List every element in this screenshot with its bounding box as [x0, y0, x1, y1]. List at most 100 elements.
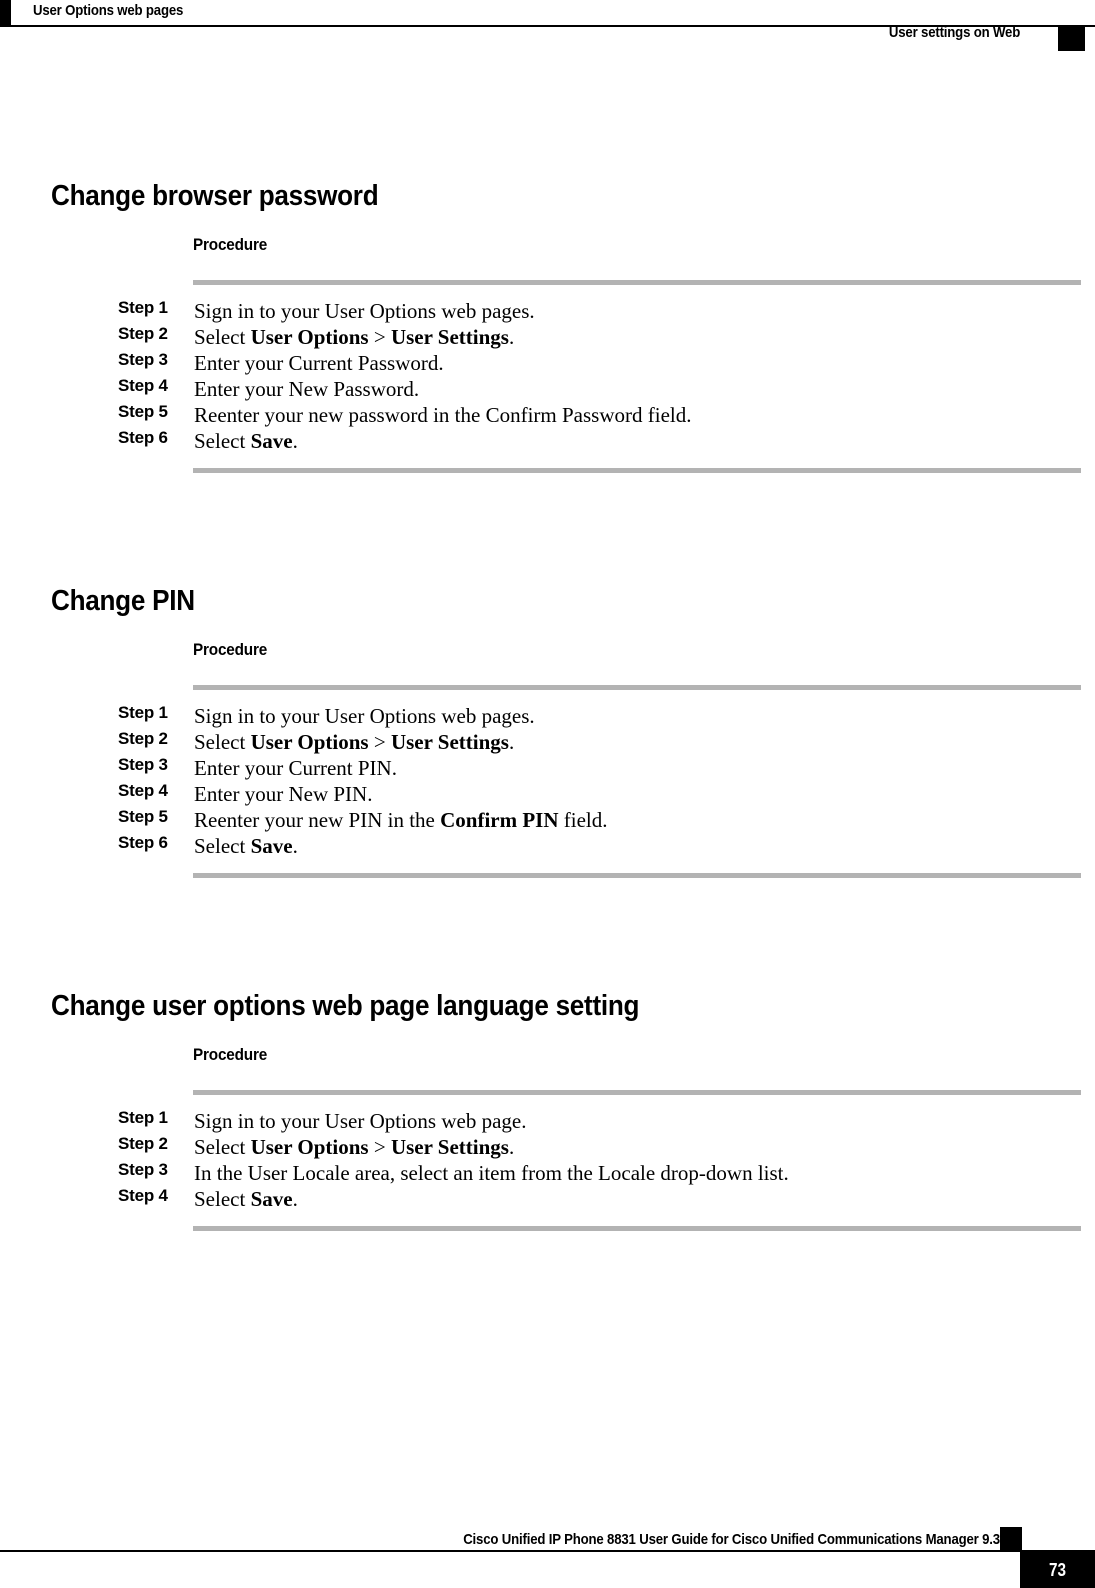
page-header: User Options web pages User settings on …: [0, 0, 1095, 60]
ui-term: User Options: [250, 1135, 369, 1159]
step-instruction-text: Enter your Current Password.: [194, 350, 1081, 376]
step-instruction-text: Sign in to your User Options web pages.: [194, 298, 1081, 324]
step-row: Step 1 Sign in to your User Options web p…: [118, 1108, 1081, 1134]
step-text-run: Select: [194, 429, 251, 453]
step-number-label: Step 2: [118, 1134, 168, 1153]
steps-table: Step 1 Sign in to your User Options web p…: [118, 1108, 1081, 1212]
step-instruction-text: Select User Options > User Settings.: [194, 324, 1081, 350]
step-text-run: Reenter your new password in the Confirm…: [194, 403, 692, 427]
ui-term: User Settings: [390, 325, 509, 349]
step-text-run: Sign in to your User Options web page.: [194, 1109, 527, 1133]
step-instruction-text: Select Save.: [194, 1186, 1081, 1212]
ui-term: Save: [250, 429, 293, 453]
footer-guide-title: Cisco Unified IP Phone 8831 User Guide f…: [463, 1531, 1000, 1548]
step-text-run: Sign in to your User Options web pages.: [194, 704, 535, 728]
step-text-run: Select: [194, 1135, 251, 1159]
step-row: Step 3 Enter your Current PIN.: [118, 755, 1081, 781]
step-number-label: Step 4: [118, 781, 168, 800]
step-text-run: Select: [194, 730, 251, 754]
step-row: Step 1 Sign in to your User Options web p…: [118, 298, 1081, 324]
procedure-rule-top: [193, 1090, 1081, 1095]
ui-term: User Settings: [390, 730, 509, 754]
section-heading: Change browser password: [51, 180, 379, 212]
ui-term: User Settings: [390, 1135, 509, 1159]
steps-table: Step 1 Sign in to your User Options web p…: [118, 298, 1081, 454]
procedure-rule-bottom: [193, 873, 1081, 878]
step-text-run: >: [368, 325, 391, 349]
step-number-label: Step 3: [118, 1160, 168, 1179]
step-text-run: Enter your New Password.: [194, 377, 420, 401]
step-text-run: .: [292, 429, 298, 453]
step-number-label: Step 5: [118, 807, 168, 826]
step-row: Step 4 Enter your New PIN.: [118, 781, 1081, 807]
step-text-run: .: [508, 730, 515, 754]
step-text-run: Sign in to your User Options web pages.: [194, 299, 535, 323]
step-number-label: Step 3: [118, 350, 168, 369]
page-number: 73: [1048, 1560, 1067, 1580]
step-text-run: field.: [558, 808, 608, 832]
ui-term: User Options: [250, 730, 369, 754]
procedure-rule-bottom: [193, 1226, 1081, 1231]
step-text-run: .: [508, 1135, 515, 1159]
step-row: Step 5 Reenter your new PIN in the Confir…: [118, 807, 1081, 833]
header-left-marker-icon: [0, 0, 11, 26]
step-row: Step 4 Select Save.: [118, 1186, 1081, 1212]
header-chapter-title: User Options web pages: [33, 2, 184, 19]
step-row: Step 2 Select User Options > User Setting…: [118, 1134, 1081, 1160]
step-instruction-text: Select User Options > User Settings.: [194, 729, 1081, 755]
ui-term: Save: [250, 1187, 293, 1211]
step-text-run: Select: [194, 834, 251, 858]
step-row: Step 4 Enter your New Password.: [118, 376, 1081, 402]
step-text-run: In the User Locale area, select an item …: [194, 1161, 789, 1185]
step-instruction-text: Reenter your new password in the Confirm…: [194, 402, 1081, 428]
step-text-run: .: [292, 1187, 298, 1211]
step-instruction-text: In the User Locale area, select an item …: [194, 1160, 1081, 1186]
step-number-label: Step 3: [118, 755, 168, 774]
step-row: Step 3 Enter your Current Password.: [118, 350, 1081, 376]
step-instruction-text: Sign in to your User Options web page.: [194, 1108, 1081, 1134]
step-row: Step 3 In the User Locale area, select an…: [118, 1160, 1081, 1186]
header-right-marker-icon: [1058, 26, 1085, 51]
page-number-box: 73: [1020, 1552, 1095, 1588]
procedure-rule-bottom: [193, 468, 1081, 473]
step-number-label: Step 1: [118, 298, 168, 317]
page-footer: Cisco Unified IP Phone 8831 User Guide f…: [0, 1510, 1095, 1588]
step-row: Step 6 Select Save.: [118, 833, 1081, 859]
section-heading: Change PIN: [51, 585, 195, 617]
step-row: Step 2 Select User Options > User Setting…: [118, 324, 1081, 350]
step-instruction-text: Sign in to your User Options web pages.: [194, 703, 1081, 729]
step-text-run: Select: [194, 325, 251, 349]
ui-term: Save: [250, 834, 293, 858]
step-text-run: Reenter your new PIN in the: [194, 808, 441, 832]
ui-term: User Options: [250, 325, 369, 349]
step-row: Step 2 Select User Options > User Setting…: [118, 729, 1081, 755]
footer-marker-icon: [1000, 1527, 1022, 1550]
step-text-run: .: [508, 325, 515, 349]
step-number-label: Step 1: [118, 703, 168, 722]
step-number-label: Step 4: [118, 1186, 168, 1205]
step-instruction-text: Enter your New Password.: [194, 376, 1081, 402]
step-number-label: Step 5: [118, 402, 168, 421]
step-text-run: Enter your Current PIN.: [194, 756, 397, 780]
step-text-run: >: [368, 730, 391, 754]
document-page: User Options web pages User settings on …: [0, 0, 1095, 1588]
step-number-label: Step 2: [118, 324, 168, 343]
step-text-run: >: [368, 1135, 391, 1159]
section-heading: Change user options web page language se…: [51, 990, 640, 1022]
step-instruction-text: Select Save.: [194, 833, 1081, 859]
step-row: Step 6 Select Save.: [118, 428, 1081, 454]
procedure-label: Procedure: [193, 640, 268, 659]
steps-table: Step 1 Sign in to your User Options web p…: [118, 703, 1081, 859]
step-instruction-text: Select Save.: [194, 428, 1081, 454]
step-instruction-text: Enter your Current PIN.: [194, 755, 1081, 781]
footer-divider: [0, 1550, 1095, 1552]
step-number-label: Step 1: [118, 1108, 168, 1127]
step-instruction-text: Reenter your new PIN in the Confirm PIN …: [194, 807, 1081, 833]
step-text-run: Enter your New PIN.: [194, 782, 373, 806]
procedure-label: Procedure: [193, 1045, 268, 1064]
step-number-label: Step 2: [118, 729, 168, 748]
procedure-rule-top: [193, 280, 1081, 285]
step-instruction-text: Select User Options > User Settings.: [194, 1134, 1081, 1160]
step-number-label: Step 6: [118, 428, 168, 447]
step-text-run: .: [292, 834, 298, 858]
